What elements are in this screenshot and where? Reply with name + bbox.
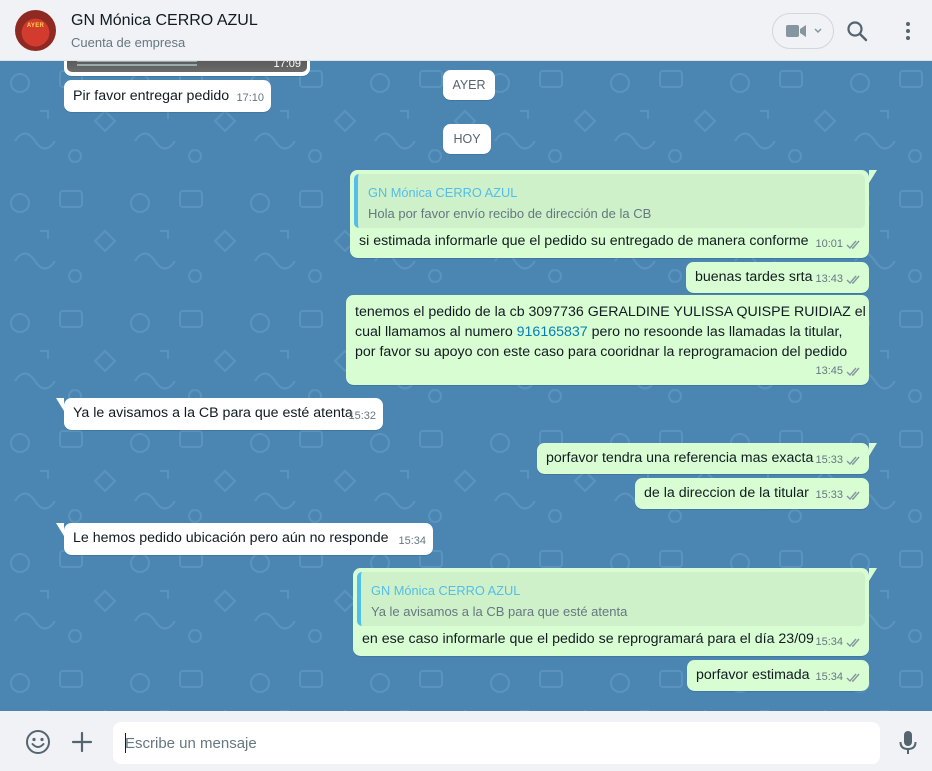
message-outgoing[interactable]: porfavor estimada 15:34 — [687, 660, 869, 691]
message-text: porfavor estimada — [696, 667, 810, 683]
chat-header: AYER GN Mónica CERRO AZUL Cuenta de empr… — [0, 0, 932, 61]
double-check-icon — [846, 456, 860, 466]
message-outgoing[interactable]: GN Mónica CERRO AZUL Ya le avisamos a la… — [353, 568, 877, 656]
message-text: en ese caso informarle que el pedido se … — [362, 631, 814, 647]
plus-icon[interactable] — [70, 730, 94, 754]
message-time: 17:09 — [273, 61, 301, 70]
image-thumbnail[interactable]: 17:09 — [67, 61, 307, 72]
message-time: 15:34 — [398, 535, 426, 547]
phone-link[interactable]: 916165837 — [517, 324, 588, 340]
message-outgoing[interactable]: de la direccion de la titular 15:33 — [635, 478, 869, 509]
message-time: 15:33 — [815, 489, 843, 501]
message-outgoing[interactable]: porfavor tendra una referencia mas exact… — [537, 443, 877, 474]
image-message[interactable]: 17:09 — [64, 61, 310, 76]
composer-bar — [0, 711, 932, 771]
microphone-icon[interactable] — [898, 730, 918, 756]
double-check-icon — [846, 638, 860, 648]
video-call-button[interactable] — [772, 13, 834, 49]
double-check-icon — [846, 367, 860, 377]
quoted-author: GN Mónica CERRO AZUL — [371, 583, 521, 598]
chevron-down-icon — [814, 28, 822, 34]
message-time: 15:32 — [348, 410, 376, 422]
date-divider-yesterday: AYER — [443, 70, 495, 100]
contact-name[interactable]: GN Mónica CERRO AZUL — [71, 12, 258, 30]
message-time: 13:43 — [815, 273, 843, 285]
message-text: tenemos el pedido de la cb 3097736 GERAL… — [355, 302, 866, 362]
contact-subtitle: Cuenta de empresa — [71, 35, 186, 50]
message-line: cual llamamos al numero 916165837 pero n… — [355, 324, 843, 340]
quoted-message[interactable]: GN Mónica CERRO AZUL Ya le avisamos a la… — [357, 572, 865, 626]
message-outgoing[interactable]: tenemos el pedido de la cb 3097736 GERAL… — [346, 295, 869, 385]
message-text: Pir favor entregar pedido — [73, 88, 230, 104]
double-check-icon — [846, 275, 860, 285]
double-check-icon — [846, 673, 860, 683]
message-text: Le hemos pedido ubicación pero aún no re… — [73, 530, 389, 546]
menu-dots-icon[interactable] — [898, 19, 918, 43]
message-line: por favor su apoyo con este caso para co… — [355, 344, 848, 360]
double-check-icon — [846, 240, 860, 250]
avatar-text: AYER — [26, 23, 45, 29]
message-outgoing[interactable]: buenas tardes srta 13:43 — [686, 262, 869, 293]
search-icon[interactable] — [845, 19, 869, 43]
message-time: 15:34 — [815, 671, 843, 683]
date-divider-today: HOY — [443, 124, 491, 154]
message-incoming[interactable]: Ya le avisamos a la CB para que esté ate… — [56, 398, 383, 430]
quoted-text: Ya le avisamos a la CB para que esté ate… — [371, 604, 628, 619]
quoted-text: Hola por favor envío recibo de dirección… — [368, 206, 652, 221]
message-text: si estimada informarle que el pedido su … — [359, 233, 809, 249]
message-text: porfavor tendra una referencia mas exact… — [546, 450, 814, 466]
video-call-icon — [786, 25, 806, 37]
message-time: 17:10 — [236, 92, 264, 104]
double-check-icon — [846, 491, 860, 501]
message-time: 15:33 — [815, 454, 843, 466]
message-time: 10:01 — [815, 238, 843, 250]
quoted-author: GN Mónica CERRO AZUL — [368, 185, 518, 200]
message-line: tenemos el pedido de la cb 3097736 GERAL… — [355, 304, 866, 320]
message-time: 13:45 — [815, 365, 843, 377]
message-time: 15:34 — [815, 636, 843, 648]
message-input[interactable] — [113, 722, 880, 764]
quoted-message[interactable]: GN Mónica CERRO AZUL Hola por favor enví… — [354, 174, 865, 228]
emoji-icon[interactable] — [25, 729, 51, 755]
message-text: buenas tardes srta — [695, 269, 813, 285]
text-caret — [125, 733, 126, 753]
contact-avatar[interactable]: AYER — [15, 10, 56, 51]
message-incoming[interactable]: Pir favor entregar pedido 17:10 — [64, 80, 271, 112]
message-text: Ya le avisamos a la CB para que esté ate… — [73, 405, 353, 421]
chat-area[interactable]: 17:09 Pir favor entregar pedido 17:10 AY… — [0, 61, 932, 711]
message-incoming[interactable]: Le hemos pedido ubicación pero aún no re… — [56, 523, 433, 555]
message-text: de la direccion de la titular — [644, 485, 809, 501]
message-outgoing[interactable]: GN Mónica CERRO AZUL Hola por favor enví… — [350, 170, 877, 258]
